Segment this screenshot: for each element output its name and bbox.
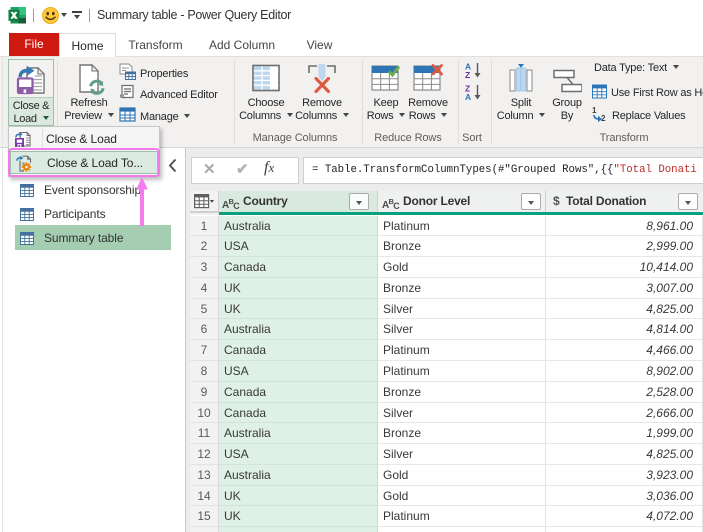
svg-text:2: 2 bbox=[601, 114, 606, 122]
svg-text:A: A bbox=[465, 92, 471, 101]
svg-text:Z: Z bbox=[465, 70, 470, 79]
svg-text:1: 1 bbox=[592, 106, 597, 115]
